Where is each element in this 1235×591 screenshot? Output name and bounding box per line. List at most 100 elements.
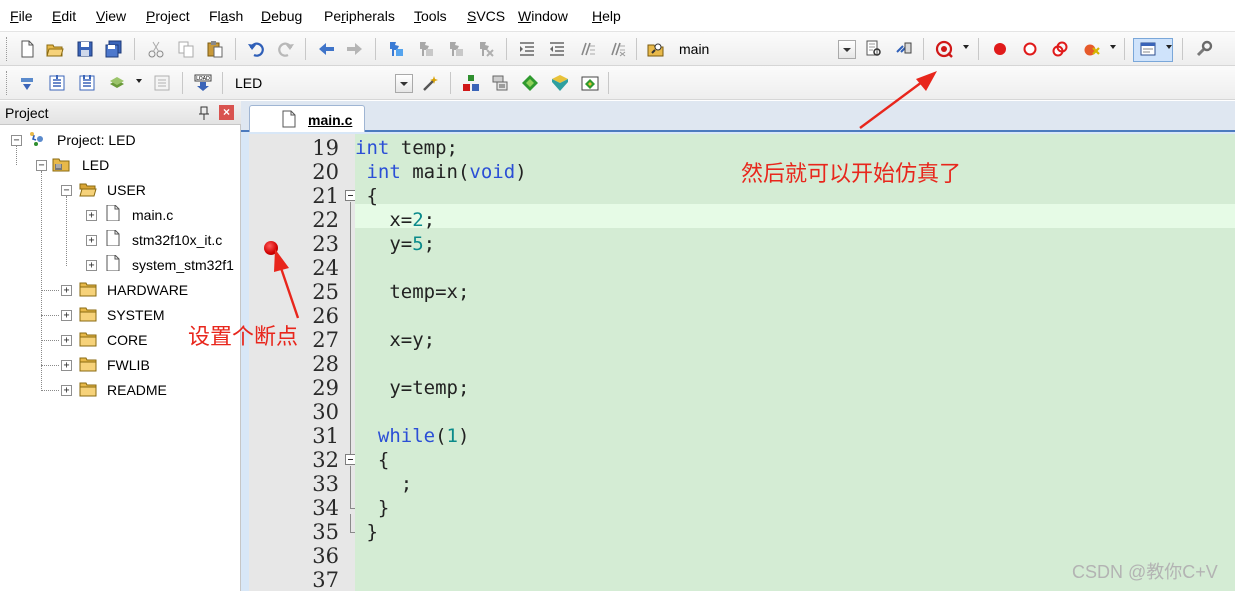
menu-help[interactable]: Help — [592, 6, 621, 26]
insert-breakpoint-icon[interactable] — [990, 39, 1010, 59]
nav-forward-icon[interactable] — [345, 39, 365, 59]
menu-window[interactable]: Window — [518, 6, 568, 26]
tree-expander-group[interactable]: + — [61, 335, 72, 346]
find-combo-dropdown[interactable] — [838, 40, 856, 59]
unindent-icon[interactable] — [547, 39, 567, 59]
toolbar-grip[interactable] — [6, 71, 9, 95]
tree-expander-group[interactable]: + — [61, 385, 72, 396]
translate-icon[interactable] — [17, 73, 37, 93]
line-number: 21 — [312, 184, 339, 208]
redo-icon[interactable] — [276, 39, 296, 59]
bookmark-icon[interactable] — [386, 39, 406, 59]
tree-item-group[interactable]: HARDWARE — [107, 281, 188, 299]
enable-breakpoint-icon[interactable] — [1020, 39, 1040, 59]
tree-item-group[interactable]: SYSTEM — [107, 306, 165, 324]
target-select-value[interactable]: LED — [235, 74, 262, 92]
tree-item-project-root[interactable]: Project: LED — [57, 131, 136, 149]
kill-breakpoints-icon[interactable] — [1082, 39, 1102, 59]
menu-project[interactable]: Project — [146, 6, 190, 26]
tree-expander-group[interactable]: − — [61, 185, 72, 196]
menu-file[interactable]: File — [10, 6, 33, 26]
menu-svcs[interactable]: SVCS — [467, 6, 505, 26]
start-debug-dropdown[interactable] — [963, 45, 969, 49]
rte-icon[interactable] — [550, 73, 570, 93]
bookmark-clear-icon[interactable] — [476, 39, 496, 59]
target-select-dropdown[interactable] — [395, 74, 413, 93]
tree-expander-file[interactable]: + — [86, 210, 97, 221]
tree-item-file[interactable]: stm32f10x_it.c — [132, 231, 222, 249]
code-line: x=2; — [355, 209, 436, 231]
code-line: } — [355, 521, 378, 543]
menu-bar: File Edit View Project Flash Debug Peripherals… — [0, 0, 1235, 32]
project-root-icon — [30, 132, 43, 146]
menu-flash[interactable]: Flash — [209, 6, 243, 26]
tree-expander-file[interactable]: + — [86, 235, 97, 246]
uncomment-icon[interactable] — [607, 39, 627, 59]
undo-icon[interactable] — [246, 39, 266, 59]
bookmark-prev-icon[interactable] — [416, 39, 436, 59]
find-combo-value[interactable]: main — [679, 40, 709, 58]
save-icon[interactable] — [75, 39, 95, 59]
toolbar-separator — [450, 72, 451, 94]
save-all-icon[interactable] — [104, 39, 124, 59]
start-debug-icon[interactable] — [934, 39, 954, 59]
paste-icon[interactable] — [205, 39, 225, 59]
panel-close-button[interactable]: × — [219, 105, 234, 120]
menu-edit[interactable]: Edit — [52, 6, 76, 26]
indent-icon[interactable] — [517, 39, 537, 59]
tree-expander-target[interactable]: − — [36, 160, 47, 171]
tree-item-group[interactable]: USER — [107, 181, 146, 199]
tree-item-group[interactable]: FWLIB — [107, 356, 150, 374]
incremental-find-icon[interactable] — [894, 39, 914, 59]
tree-item-group[interactable]: README — [107, 381, 167, 399]
tree-item-group[interactable]: CORE — [107, 331, 147, 349]
batch-build-dropdown[interactable] — [136, 79, 142, 83]
open-file-icon[interactable] — [45, 39, 65, 59]
disable-breakpoints-icon[interactable] — [1050, 39, 1070, 59]
batch-build-icon[interactable] — [107, 73, 127, 93]
new-file-icon[interactable] — [17, 39, 37, 59]
find-in-files-icon[interactable] — [646, 39, 666, 59]
breakpoint-marker-icon[interactable] — [264, 241, 278, 255]
menu-peripherals[interactable]: Peripherals — [324, 6, 395, 26]
tree-item-file[interactable]: main.c — [132, 206, 173, 224]
pack-installer-icon[interactable] — [520, 73, 540, 93]
rebuild-icon[interactable] — [77, 73, 97, 93]
window-layout-dropdown[interactable] — [1166, 45, 1172, 49]
project-panel-title: Project — [5, 105, 49, 121]
toolbar-grip[interactable] — [6, 37, 9, 61]
copy-icon[interactable] — [176, 39, 196, 59]
line-number: 32 — [312, 448, 339, 472]
cut-icon[interactable] — [146, 39, 166, 59]
editor-gutter[interactable]: 19 20 21 22 23 24 25 26 27 28 29 30 31 32 33 34 35 36 37 — [249, 134, 356, 591]
menu-tools[interactable]: Tools — [414, 6, 447, 26]
comment-icon[interactable] — [577, 39, 597, 59]
window-layout-icon[interactable] — [1138, 39, 1158, 59]
bookmark-next-icon[interactable] — [446, 39, 466, 59]
stop-build-icon[interactable] — [152, 73, 172, 93]
tree-expander-group[interactable]: + — [61, 360, 72, 371]
select-packs-icon[interactable] — [490, 73, 510, 93]
menu-view[interactable]: View — [96, 6, 126, 26]
target-options-icon[interactable] — [421, 73, 441, 93]
code-line: { — [355, 449, 390, 471]
manage-components-icon[interactable] — [461, 73, 481, 93]
tree-expander-group[interactable]: + — [61, 285, 72, 296]
nav-back-icon[interactable] — [316, 39, 336, 59]
pin-icon[interactable] — [198, 106, 210, 120]
configure-icon[interactable] — [1194, 39, 1214, 59]
code-editor[interactable]: int temp; int main(void) { x=2; y=5; tem… — [355, 134, 1235, 591]
tree-expander-group[interactable]: + — [61, 310, 72, 321]
tree-item-file[interactable]: system_stm32f1 — [132, 256, 238, 274]
tab-main-c[interactable]: main.c — [249, 105, 365, 132]
tree-expander-file[interactable]: + — [86, 260, 97, 271]
download-icon[interactable]: LOAD — [193, 73, 213, 93]
kill-breakpoints-dropdown[interactable] — [1110, 45, 1116, 49]
build-icon[interactable] — [47, 73, 67, 93]
event-recorder-icon[interactable] — [580, 73, 600, 93]
line-number: 27 — [312, 328, 339, 352]
tree-expander-root[interactable]: − — [11, 135, 22, 146]
menu-debug[interactable]: Debug — [261, 6, 302, 26]
find-icon[interactable] — [864, 39, 884, 59]
tree-item-target[interactable]: LED — [82, 156, 109, 174]
